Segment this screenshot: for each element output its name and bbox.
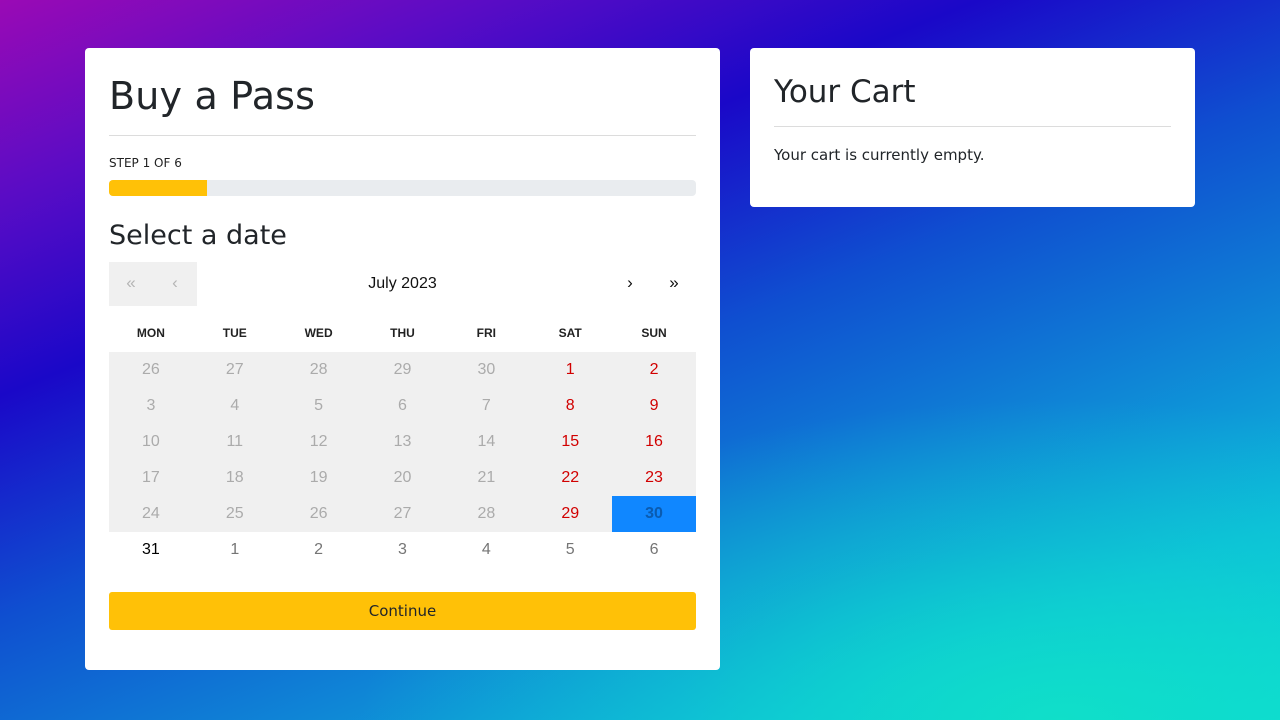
cart-title: Your Cart <box>774 74 916 110</box>
calendar-day: 17 <box>109 460 193 496</box>
page-title: Buy a Pass <box>109 74 316 118</box>
calendar-day[interactable]: 2 <box>277 532 361 568</box>
cart-empty-message: Your cart is currently empty. <box>774 146 985 164</box>
calendar-day: 30 <box>444 352 529 388</box>
calendar-day: 6 <box>360 388 445 424</box>
calendar-day: 18 <box>192 460 277 496</box>
weekday-header: MON TUE WED THU FRI SAT SUN <box>109 326 696 340</box>
calendar-day: 4 <box>192 388 277 424</box>
calendar-day: 25 <box>192 496 277 532</box>
calendar-day[interactable]: 8 <box>528 388 613 424</box>
step-indicator: STEP 1 OF 6 <box>109 156 182 170</box>
cart-card: Your Cart Your cart is currently empty. <box>750 48 1195 207</box>
calendar-day: 7 <box>444 388 529 424</box>
calendar-day[interactable]: 29 <box>528 496 613 532</box>
calendar-day: 19 <box>276 460 361 496</box>
selected-day[interactable]: 30 <box>612 496 696 532</box>
weekday-label: SUN <box>641 326 667 340</box>
calendar-day[interactable]: 16 <box>612 424 696 460</box>
next-month-button[interactable]: › <box>608 262 652 306</box>
title-divider <box>109 135 696 136</box>
calendar-day: 28 <box>276 352 361 388</box>
calendar-day[interactable]: 5 <box>528 532 612 568</box>
cart-divider <box>774 126 1171 127</box>
calendar-day: 27 <box>192 352 277 388</box>
calendar-days-grid: 26 27 28 29 30 1 2 3 4 5 6 7 8 9 10 11 12 13 14 15 16 17 18 19 2… <box>109 352 696 568</box>
weekday-label: FRI <box>476 326 496 340</box>
progress-bar <box>109 180 696 196</box>
calendar-navigation: « ‹ July 2023 › » <box>109 262 696 306</box>
month-label[interactable]: July 2023 <box>197 262 608 306</box>
weekday-label: WED <box>304 326 333 340</box>
next-year-button[interactable]: » <box>652 262 696 306</box>
calendar-day: 14 <box>444 424 529 460</box>
calendar-day: 26 <box>276 496 361 532</box>
calendar-day[interactable]: 2 <box>612 352 696 388</box>
calendar-day: 5 <box>276 388 361 424</box>
buy-pass-card: Buy a Pass STEP 1 OF 6 Select a date « ‹… <box>85 48 720 670</box>
prev-month-button[interactable]: ‹ <box>153 262 197 306</box>
calendar-day[interactable]: 31 <box>109 532 193 568</box>
weekday-label: MON <box>136 326 165 340</box>
calendar-day: 24 <box>109 496 193 532</box>
calendar-day[interactable]: 1 <box>193 532 277 568</box>
calendar-day[interactable]: 9 <box>612 388 696 424</box>
calendar-day: 21 <box>444 460 529 496</box>
calendar-day: 28 <box>444 496 529 532</box>
weekday-label: SAT <box>558 326 582 340</box>
calendar-day[interactable]: 4 <box>444 532 528 568</box>
section-title: Select a date <box>109 220 287 251</box>
calendar-day: 29 <box>360 352 445 388</box>
calendar-day[interactable]: 1 <box>528 352 613 388</box>
calendar-day: 13 <box>360 424 445 460</box>
calendar-day[interactable]: 15 <box>528 424 613 460</box>
weekday-label: THU <box>390 326 415 340</box>
continue-button[interactable]: Continue <box>109 592 696 630</box>
calendar-day: 26 <box>109 352 193 388</box>
calendar-day[interactable]: 23 <box>612 460 696 496</box>
calendar-day[interactable]: 22 <box>528 460 613 496</box>
prev-year-button[interactable]: « <box>109 262 153 306</box>
calendar-day: 11 <box>192 424 277 460</box>
calendar-day: 20 <box>360 460 445 496</box>
weekday-label: TUE <box>222 326 247 340</box>
calendar-day[interactable]: 3 <box>361 532 445 568</box>
calendar-day: 10 <box>109 424 193 460</box>
calendar-day: 27 <box>360 496 445 532</box>
progress-bar-fill <box>109 180 207 196</box>
calendar-day: 3 <box>109 388 193 424</box>
calendar-day[interactable]: 6 <box>612 532 696 568</box>
calendar-day: 12 <box>276 424 361 460</box>
